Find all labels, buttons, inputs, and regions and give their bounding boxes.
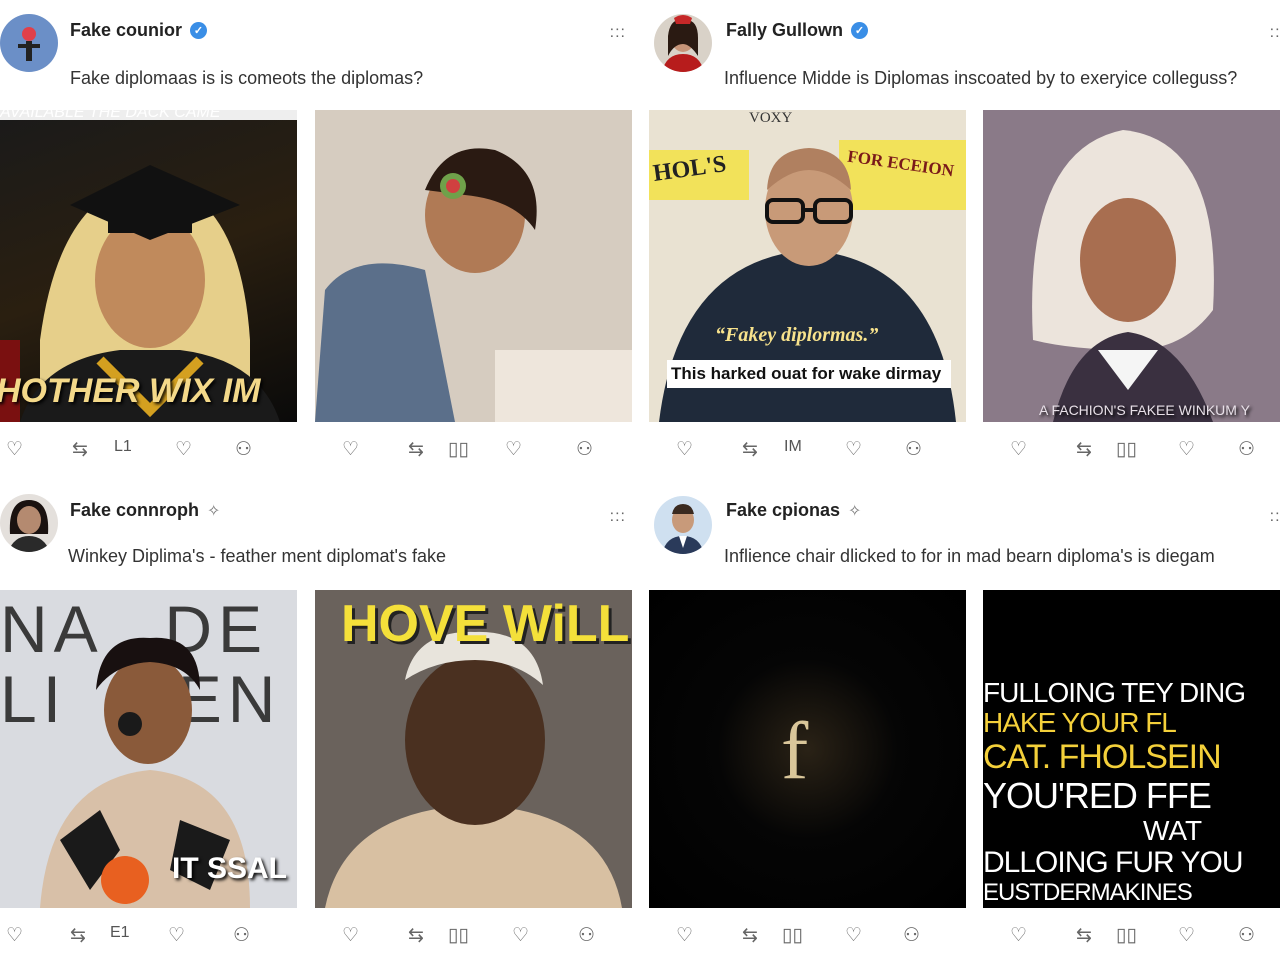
person-icon[interactable]: ⚇ — [903, 924, 920, 947]
post-card: Fake connroph ✧ ::: Winkey Diplima's - f… — [0, 484, 640, 968]
heart-icon[interactable]: ♡ — [1010, 924, 1027, 947]
author-label: Fake counior — [70, 20, 183, 40]
sign-text: VOXY — [749, 110, 793, 126]
media-caption: HOTHER WIX IM — [0, 372, 261, 410]
repost-icon[interactable]: ⇆ — [408, 924, 424, 947]
media-quote: “Fakey diplormas.” — [715, 324, 879, 346]
person-icon[interactable]: ⚇ — [1238, 924, 1255, 947]
post-media-image[interactable] — [315, 110, 632, 422]
media-subtitle: This harked ouat for wake dirmay — [671, 364, 942, 383]
collage-line: WAT — [1143, 815, 1203, 846]
heart-icon[interactable]: ♡ — [342, 924, 359, 947]
heart-icon[interactable]: ♡ — [168, 924, 185, 947]
repost-icon[interactable]: ⇆ — [742, 438, 758, 461]
more-dots-icon[interactable]: ::: — [1270, 24, 1280, 42]
repost-icon[interactable]: ⇆ — [408, 438, 424, 461]
heart-icon[interactable]: ♡ — [676, 924, 693, 947]
heart-icon[interactable]: ♡ — [6, 924, 23, 947]
repost-count: L1 — [114, 438, 132, 455]
avatar[interactable] — [654, 496, 712, 554]
heart-icon[interactable]: ♡ — [6, 438, 23, 461]
repost-icon[interactable]: ⇆ — [72, 438, 88, 461]
post-media-image[interactable]: FULLOING TEY DING HAKE YOUR FL CAT. FHOL… — [983, 590, 1280, 908]
heart-icon[interactable]: ♡ — [845, 924, 862, 947]
post-media-image[interactable]: f — [649, 590, 966, 908]
stats-icon[interactable]: ▯▯ — [1116, 924, 1137, 947]
heart-icon[interactable]: ♡ — [1010, 438, 1027, 461]
person-icon[interactable]: ⚇ — [578, 924, 595, 947]
more-dots-icon[interactable]: ::: — [610, 508, 626, 526]
f-logo-icon: f — [781, 705, 809, 796]
post-text: Fake diplomaas is is comeots the diploma… — [70, 68, 424, 88]
heart-icon[interactable]: ♡ — [175, 438, 192, 461]
collage-line: HAKE YOUR FL — [983, 707, 1177, 738]
more-dots-icon[interactable]: ::: — [610, 24, 626, 42]
person-icon[interactable]: ⚇ — [235, 438, 252, 461]
post-card: Fake cpionas ✧ ::: Inflience chair dlick… — [640, 484, 1280, 968]
verified-badge-icon: ✓ — [190, 22, 208, 39]
post-card: Fally Gullown ✓ ::: Influence Midde is D… — [640, 0, 1280, 484]
collage-line: FULLOING TEY DING — [983, 677, 1246, 708]
collage-line: YOU'RED FFE — [983, 775, 1212, 816]
heart-icon[interactable]: ♡ — [342, 438, 359, 461]
person-icon[interactable]: ⚇ — [233, 924, 250, 947]
media-top-caption: AVAILABLE THE DACK CAME — [0, 110, 221, 121]
author-label: Fake connroph — [70, 500, 200, 520]
stats-icon[interactable]: ▯▯ — [782, 924, 803, 947]
media-caption: HOVE WiLL — [341, 595, 630, 653]
sparkle-badge-icon: ✧ — [207, 502, 221, 520]
collage-text: FULLOING TEY DING HAKE YOUR FL CAT. FHOL… — [983, 678, 1280, 906]
post-media-image[interactable]: A FACHION'S FAKEE WINKUM Y — [983, 110, 1280, 422]
sparkle-badge-icon: ✧ — [848, 502, 862, 520]
avatar[interactable] — [654, 14, 712, 72]
repost-icon[interactable]: ⇆ — [742, 924, 758, 947]
repost-count: E1 — [110, 924, 130, 941]
action-bar: ♡ ⇆ IM ♡ ⚇ ♡ ⇆ ▯▯ ♡ ⚇ — [640, 438, 1280, 464]
heart-icon[interactable]: ♡ — [505, 438, 522, 461]
author-label: Fally Gullown — [726, 20, 844, 40]
post-text: Winkey Diplima's - feather ment diplomat… — [68, 546, 447, 566]
heart-icon[interactable]: ♡ — [512, 924, 529, 947]
collage-line: EUSTDERMAKINES — [983, 879, 1193, 906]
repost-icon[interactable]: ⇆ — [1076, 924, 1092, 947]
post-media-image[interactable]: HOVE WiLL — [315, 590, 632, 908]
person-icon[interactable]: ⚇ — [576, 438, 593, 461]
post-media-image[interactable]: AVAILABLE THE DACK CAME HOTHER WIX IM — [0, 110, 297, 422]
post-media-image[interactable]: VOXY HOL'S FOR ECEION “Fakey diplormas.”… — [649, 110, 966, 422]
heart-icon[interactable]: ♡ — [1178, 924, 1195, 947]
heart-icon[interactable]: ♡ — [676, 438, 693, 461]
verified-badge-icon: ✓ — [851, 22, 869, 39]
heart-icon[interactable]: ♡ — [1178, 438, 1195, 461]
repost-count: IM — [784, 438, 802, 455]
collage-line: DLLOING FUR YOU — [983, 846, 1244, 879]
media-caption: IT SSAL — [172, 852, 288, 885]
post-text: Inflience chair dlicked to for in mad be… — [724, 546, 1215, 566]
stats-icon[interactable]: ▯▯ — [448, 924, 469, 947]
author-name[interactable]: Fake cpionas ✧ — [726, 500, 861, 521]
repost-icon[interactable]: ⇆ — [70, 924, 86, 947]
person-icon[interactable]: ⚇ — [905, 438, 922, 461]
media-caption: A FACHION'S FAKEE WINKUM Y — [1039, 402, 1250, 418]
stats-icon[interactable]: ▯▯ — [1116, 438, 1137, 461]
post-text: Influence Midde is Diplomas inscoated by… — [724, 68, 1238, 88]
author-name[interactable]: Fally Gullown ✓ — [726, 20, 869, 41]
stats-icon[interactable]: ▯▯ — [448, 438, 469, 461]
feed-grid: Fake counior ✓ ::: Fake diplomaas is is … — [0, 0, 1280, 968]
avatar[interactable] — [0, 494, 58, 552]
action-bar: ♡ ⇆ ▯▯ ♡ ⚇ ♡ ⇆ ▯▯ ♡ ⚇ — [640, 924, 1280, 950]
action-bar: ♡ ⇆ E1 ♡ ⚇ ♡ ⇆ ▯▯ ♡ ⚇ — [0, 924, 640, 950]
action-bar: ♡ ⇆ L1 ♡ ⚇ ♡ ⇆ ▯▯ ♡ ⚇ — [0, 438, 640, 464]
author-label: Fake cpionas — [726, 500, 841, 520]
more-dots-icon[interactable]: ::: — [1270, 508, 1280, 526]
post-media-image[interactable]: NA DE LI FEN IT SSAL — [0, 590, 297, 908]
avatar[interactable] — [0, 14, 58, 72]
heart-icon[interactable]: ♡ — [845, 438, 862, 461]
collage-line: CAT. FHOLSEIN — [983, 738, 1222, 776]
post-card: Fake counior ✓ ::: Fake diplomaas is is … — [0, 0, 640, 484]
author-name[interactable]: Fake connroph ✧ — [70, 500, 220, 521]
repost-icon[interactable]: ⇆ — [1076, 438, 1092, 461]
author-name[interactable]: Fake counior ✓ — [70, 20, 208, 41]
person-icon[interactable]: ⚇ — [1238, 438, 1255, 461]
